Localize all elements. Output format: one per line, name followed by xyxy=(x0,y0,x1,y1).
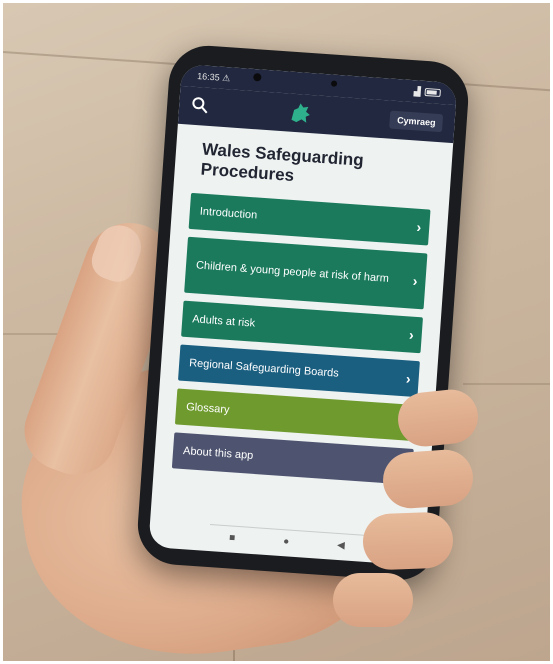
language-toggle-button[interactable]: Cymraeg xyxy=(389,110,444,133)
chevron-right-icon: › xyxy=(412,272,419,289)
menu-item-regional-boards[interactable]: Regional Safeguarding Boards › xyxy=(177,344,420,398)
search-icon[interactable] xyxy=(190,96,211,117)
front-camera xyxy=(253,72,262,82)
menu-item-children-young-people[interactable]: Children & young people at risk of harm … xyxy=(184,236,428,310)
menu-item-label: Introduction xyxy=(199,205,258,222)
menu-item-label: Children & young people at risk of harm xyxy=(195,259,390,285)
main-menu: Introduction › Children & young people a… xyxy=(171,192,431,485)
home-button[interactable]: ● xyxy=(283,536,290,547)
wales-dragon-logo-icon xyxy=(287,99,315,127)
floor-seam xyxy=(463,383,550,385)
chevron-right-icon: › xyxy=(405,370,412,387)
battery-icon xyxy=(424,87,441,98)
page-title: Wales Safeguarding Procedures xyxy=(200,139,365,186)
hand-finger xyxy=(333,573,413,627)
menu-item-label: Regional Safeguarding Boards xyxy=(188,357,340,380)
menu-item-about-app[interactable]: About this app › xyxy=(171,432,414,485)
menu-item-label: Adults at risk xyxy=(191,313,256,330)
sensor-dot xyxy=(330,80,338,87)
menu-item-glossary[interactable]: Glossary › xyxy=(174,388,417,442)
status-time: 16:35 ⚠ xyxy=(196,70,231,83)
status-icons: ▟ xyxy=(413,86,441,99)
hand-finger xyxy=(362,511,454,571)
menu-item-introduction[interactable]: Introduction › xyxy=(188,192,431,246)
hand-finger xyxy=(381,447,475,511)
menu-item-label: Glossary xyxy=(185,401,230,417)
signal-icon: ▟ xyxy=(413,85,422,97)
menu-item-adults-at-risk[interactable]: Adults at risk › xyxy=(181,300,423,354)
menu-item-label: About this app xyxy=(182,444,254,462)
chevron-right-icon: › xyxy=(408,326,415,343)
recent-apps-button[interactable]: ■ xyxy=(229,532,236,543)
back-button[interactable]: ◀ xyxy=(337,539,345,551)
photo: 16:35 ⚠ ▟ Cymraeg Wales Safeguarding Pro… xyxy=(0,0,553,664)
chevron-right-icon: › xyxy=(416,218,422,236)
